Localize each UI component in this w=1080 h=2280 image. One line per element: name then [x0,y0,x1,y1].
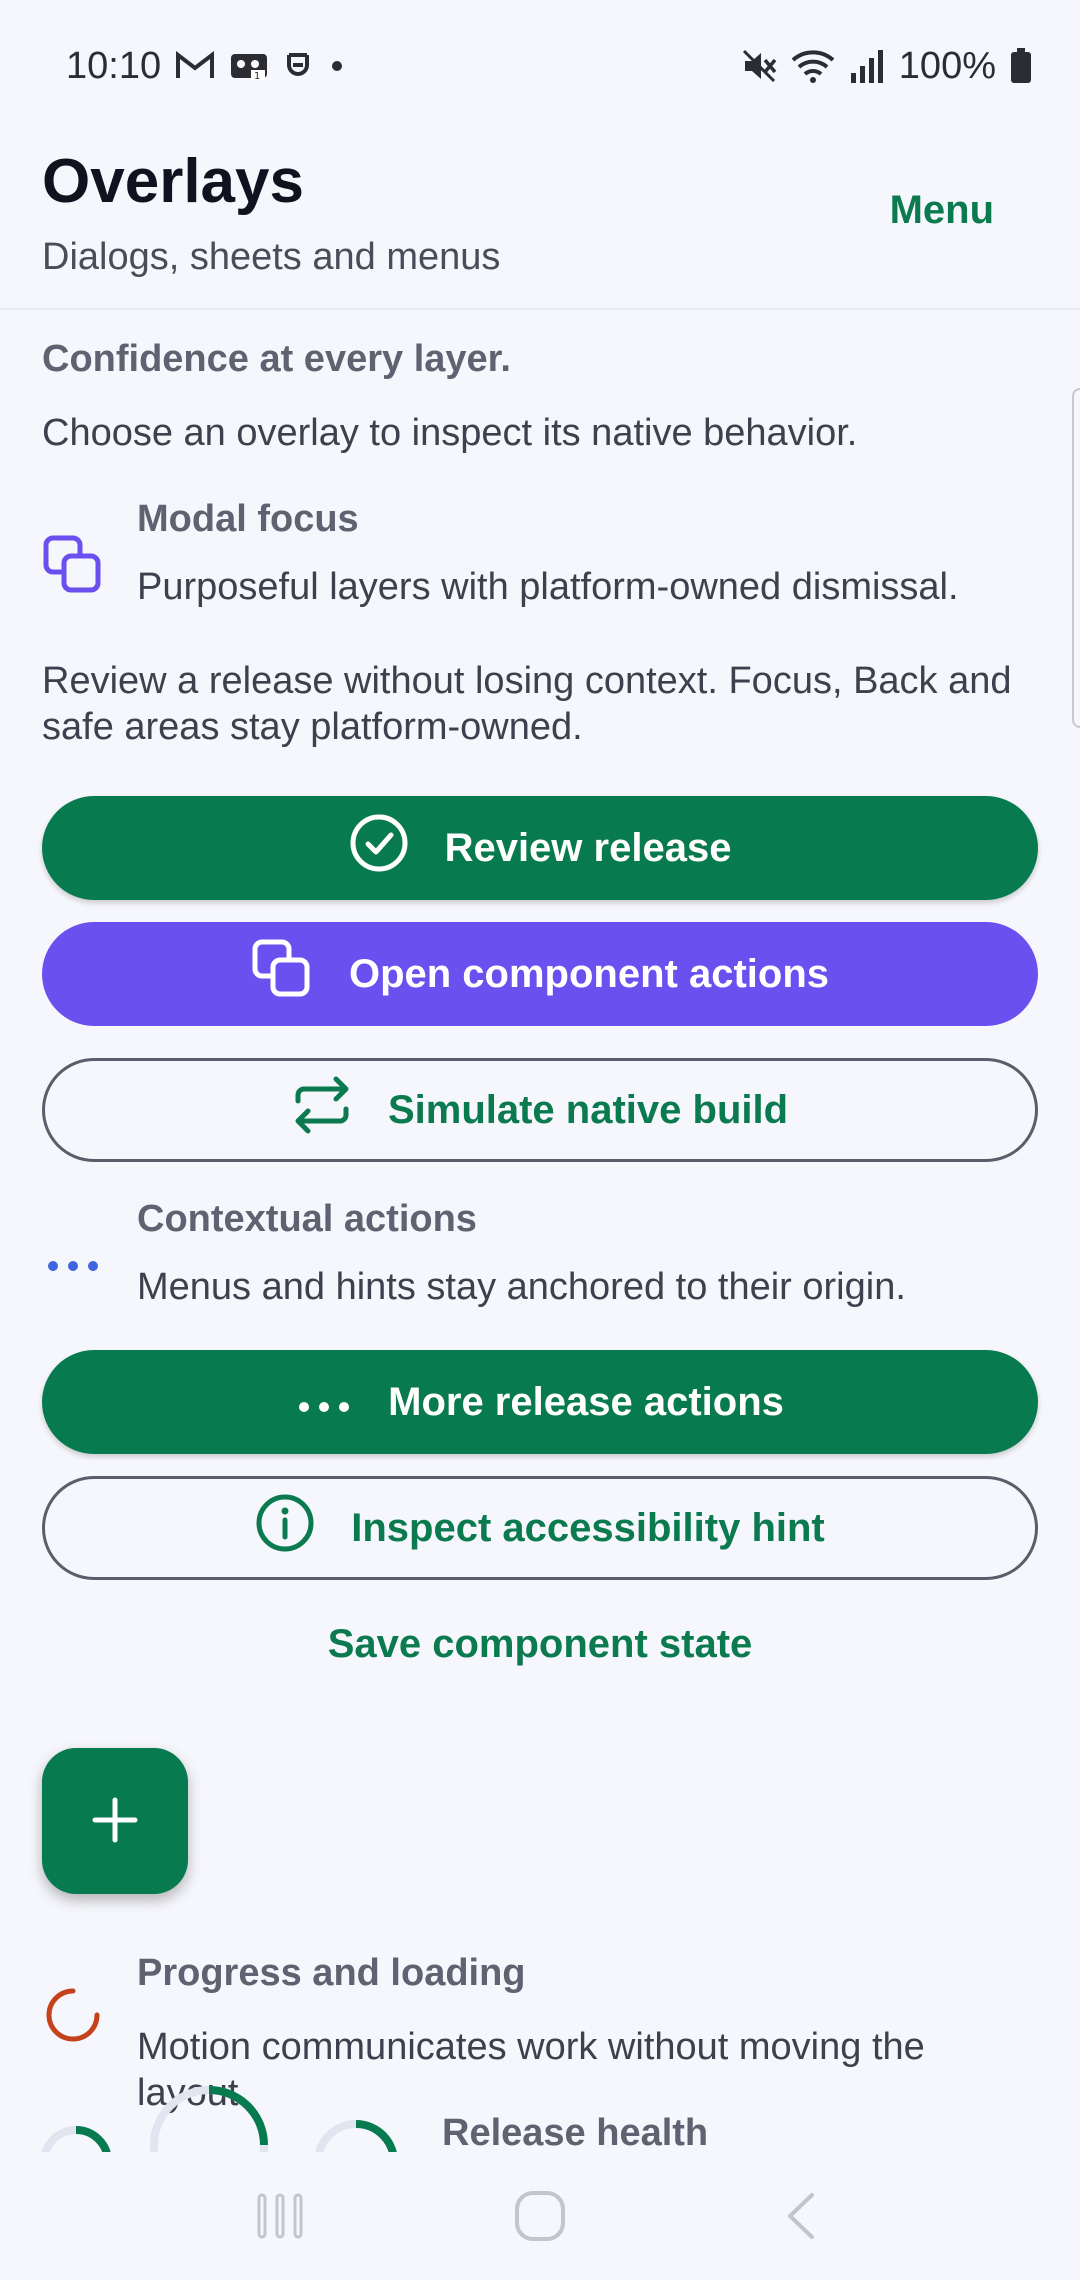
svg-text:1: 1 [254,71,260,82]
feature-title: Contextual actions [137,1198,477,1240]
more-horizontal-icon [42,1206,104,1326]
repeat-icon [292,1075,352,1145]
status-bar: 10:10 1 100% [0,0,1080,132]
dot-icon [327,56,347,76]
feature-title: Progress and loading [137,1952,526,1994]
feature-description: Menus and hints stay anchored to their o… [137,1266,906,1308]
signal-icon [849,49,885,83]
save-component-state-button[interactable]: Save component state [42,1604,1038,1684]
feature-modal-focus: Modal focus Purposeful layers with platf… [0,498,1080,618]
open-component-actions-label: Open component actions [348,951,830,996]
feature-title: Modal focus [137,498,359,540]
page-title: Overlays [42,147,304,216]
more-release-actions-button[interactable]: More release actions [42,1350,1038,1454]
wifi-icon [791,48,835,84]
info-icon [255,1493,315,1563]
inspect-accessibility-hint-label: Inspect accessibility hint [351,1505,825,1550]
back-nav-icon[interactable] [760,2176,840,2256]
mute-icon [741,48,777,84]
gmail-icon [175,51,215,81]
inspect-accessibility-hint-button[interactable]: Inspect accessibility hint [42,1476,1038,1580]
tagline: Confidence at every layer. [42,338,511,380]
more-release-actions-label: More release actions [388,1379,784,1424]
status-right: 100% [741,45,1032,88]
system-nav-bar [0,2152,1080,2280]
feature-progress-loading: Progress and loading Motion communicates… [0,1952,1080,2114]
feature-description: Purposeful layers with platform-owned di… [137,566,959,608]
progress-ring-large [144,2080,274,2152]
review-paragraph: Review a release without losing context.… [42,660,1012,748]
copy-icon [42,534,104,596]
simulate-native-build-button[interactable]: Simulate native build [42,1058,1038,1162]
alert-icon [283,49,313,83]
menu-button[interactable]: Menu [890,188,994,233]
release-health-label: Release health [442,2112,709,2152]
home-nav-icon[interactable] [500,2176,580,2256]
app-header: Overlays Dialogs, sheets and menus Menu [0,132,1080,310]
add-fab-button[interactable] [42,1748,188,1894]
voicemail-icon: 1 [229,50,269,82]
more-horizontal-icon [296,1380,352,1425]
progress-ring-small [36,2122,116,2152]
feature-contextual-actions: Contextual actions Menus and hints stay … [0,1198,1080,1318]
scroll-indicator[interactable] [1072,388,1080,728]
progress-ring-medium [310,2116,402,2152]
simulate-native-build-label: Simulate native build [387,1087,789,1132]
check-circle-icon [349,813,409,883]
spinner-icon [42,1984,104,2046]
status-time: 10:10 [66,44,162,87]
review-release-label: Review release [444,825,732,870]
plus-icon [91,1796,139,1847]
scroll-content[interactable]: Confidence at every layer. Choose an ove… [0,312,1080,2152]
review-release-button[interactable]: Review release [42,796,1038,900]
status-left: 10:10 1 [66,45,347,88]
battery-icon [1010,48,1032,84]
open-component-actions-button[interactable]: Open component actions [42,922,1038,1026]
progress-indicators-row: Release health [0,2086,1080,2152]
battery-percent: 100% [898,44,996,87]
copy-icon [251,938,313,1010]
page-subtitle: Dialogs, sheets and menus [42,236,501,278]
intro-text: Choose an overlay to inspect its native … [42,412,858,454]
recents-nav-icon[interactable] [240,2176,320,2256]
